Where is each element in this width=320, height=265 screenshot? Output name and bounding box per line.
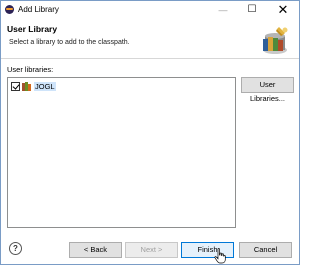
window-title: Add Library [18,5,59,14]
cancel-button[interactable]: Cancel [239,242,292,258]
library-checkbox[interactable] [11,81,20,91]
minimize-button[interactable]: — [209,1,237,19]
user-libraries-button[interactable]: User Libraries... [241,77,294,103]
user-libraries-label: User libraries: [7,65,54,74]
user-libraries-list[interactable]: JOGL [7,77,236,228]
library-jar-icon [263,27,288,54]
maximize-button[interactable]: ☐ [238,1,266,19]
list-item[interactable]: JOGL [11,81,56,91]
next-button[interactable]: Next > [125,242,178,258]
page-title: User Library [7,24,58,34]
close-button[interactable]: ✕ [269,1,297,19]
page-description: Select a library to add to the classpath… [9,39,130,46]
add-library-dialog: Add Library — ☐ ✕ User Library Select a … [0,0,300,265]
title-bar: Add Library — ☐ ✕ [1,1,299,19]
library-books-icon [22,81,32,91]
library-name: JOGL [34,81,56,91]
back-button[interactable]: < Back [69,242,122,258]
finish-button[interactable]: Finish [181,242,234,258]
wizard-header: User Library Select a library to add to … [1,19,299,59]
hand-cursor-icon [214,248,226,264]
eclipse-app-icon [5,5,14,14]
help-icon[interactable]: ? [9,242,22,255]
